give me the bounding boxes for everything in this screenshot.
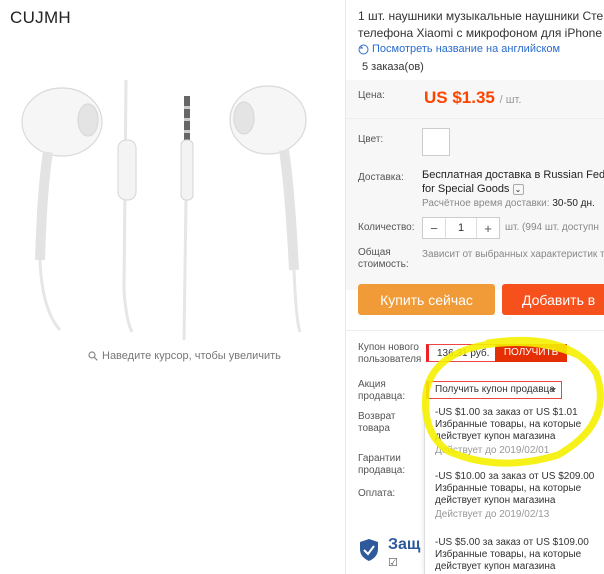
price-label: Цена: bbox=[358, 90, 385, 101]
total-value: Зависит от выбранных характеристик т bbox=[422, 249, 604, 260]
payment-label: Оплата: bbox=[358, 488, 396, 499]
color-swatch[interactable] bbox=[422, 128, 450, 156]
quantity-minus-button[interactable]: − bbox=[423, 221, 445, 236]
magnifier-icon bbox=[88, 351, 98, 361]
store-brand[interactable]: CUJMH bbox=[10, 8, 71, 28]
shield-icon bbox=[360, 539, 378, 561]
quantity-plus-button[interactable]: + bbox=[477, 221, 499, 236]
translate-icon bbox=[358, 44, 369, 54]
zoom-hint: Наведите курсор, чтобы увеличить bbox=[88, 350, 281, 362]
add-to-cart-button[interactable]: Добавить в bbox=[502, 284, 604, 315]
buyer-protection-title: Защ bbox=[388, 536, 421, 553]
shipping-info[interactable]: Бесплатная доставка в Russian Feder for … bbox=[422, 168, 604, 196]
zoom-hint-text: Наведите курсор, чтобы увеличить bbox=[102, 350, 281, 362]
product-title: 1 шт. наушники музыкальные наушники Сте … bbox=[358, 9, 604, 40]
coupon-option[interactable]: -US $1.00 за заказ от US $1.01 Избранные… bbox=[435, 407, 604, 457]
guarantee-label: Гарантии продавца: bbox=[358, 453, 406, 476]
quantity-label: Количество: bbox=[358, 222, 415, 233]
chevron-down-icon[interactable]: ⌄ bbox=[512, 184, 524, 195]
quantity-available: шт. (994 шт. доступн bbox=[505, 222, 599, 233]
seller-promo-label: Акция продавца: bbox=[358, 379, 406, 402]
seller-coupon-list: -US $1.00 за заказ от US $1.01 Избранные… bbox=[424, 399, 604, 574]
quantity-stepper[interactable]: − 1 + bbox=[422, 217, 500, 239]
new-user-coupon-label: Купон нового пользователя bbox=[358, 342, 422, 365]
new-user-coupon-amount: 136,31 руб. bbox=[426, 344, 496, 362]
buy-now-button[interactable]: Купить сейчас bbox=[358, 284, 495, 315]
coupon-option[interactable]: -US $5.00 за заказ от US $109.00 Избранн… bbox=[435, 537, 604, 573]
translate-title-link[interactable]: Посмотреть название на английском bbox=[358, 43, 560, 55]
price-value: US $1.35 / шт. bbox=[424, 88, 522, 107]
delivery-estimate: Расчётное время доставки: 30-50 дн. bbox=[422, 198, 595, 209]
color-label: Цвет: bbox=[358, 134, 384, 145]
coupon-option[interactable]: -US $10.00 за заказ от US $209.00 Избран… bbox=[435, 471, 604, 521]
checkbox-icon: ☑ bbox=[388, 557, 398, 569]
delivery-label: Доставка: bbox=[358, 172, 404, 183]
remote-control bbox=[117, 139, 137, 201]
get-coupon-button[interactable]: ПОЛУЧИТЬ bbox=[495, 344, 567, 362]
seller-coupon-dropdown[interactable]: Получить купон продавца bbox=[426, 381, 562, 399]
divider bbox=[346, 330, 604, 331]
orders-count: 5 заказа(ов) bbox=[362, 61, 424, 73]
caret-down-icon bbox=[550, 388, 556, 392]
total-label: Общая стоимость: bbox=[358, 247, 409, 270]
product-image[interactable] bbox=[0, 40, 348, 340]
divider bbox=[346, 118, 604, 119]
quantity-input[interactable]: 1 bbox=[445, 218, 477, 238]
return-label: Возврат товара bbox=[358, 411, 396, 434]
